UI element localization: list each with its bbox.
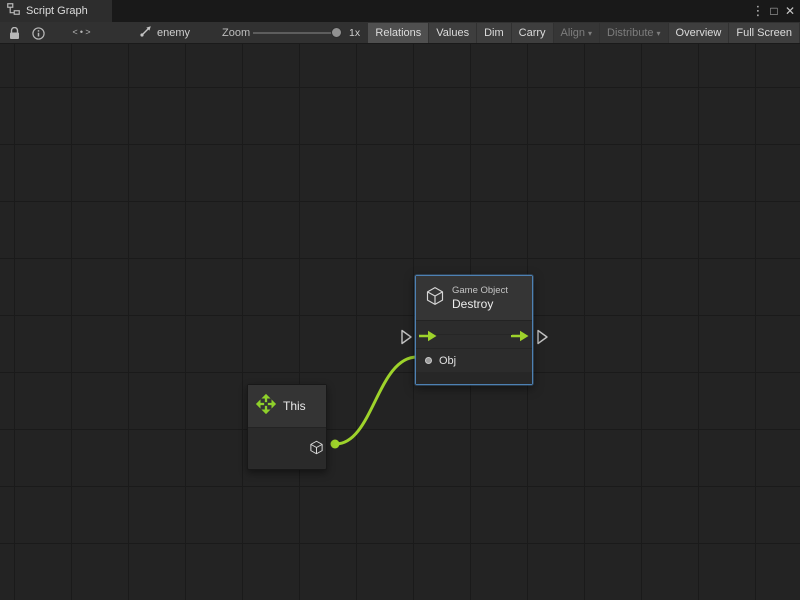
this-node-body [248,428,326,468]
obj-port-label: Obj [439,355,456,367]
relations-button[interactable]: Relations [368,23,428,43]
values-button[interactable]: Values [429,23,476,43]
control-output-arrow-icon[interactable] [511,329,529,347]
destroy-node-header: Game Object Destroy [416,276,532,321]
destroy-control-row [416,321,532,349]
this-node-title: This [283,399,306,413]
tab-script-graph[interactable]: Script Graph [0,0,112,22]
distribute-label: Distribute [607,27,653,39]
dim-label: Dim [484,27,504,39]
this-node[interactable]: This [247,384,327,470]
destroy-node-titles: Game Object Destroy [452,285,508,311]
carry-label: Carry [519,27,546,39]
control-input-arrow-icon[interactable] [419,329,437,347]
destroy-node-footer [416,372,532,384]
zoom-slider-handle[interactable] [331,27,342,38]
info-icon[interactable] [28,25,48,41]
overview-button[interactable]: Overview [669,23,729,43]
close-icon[interactable]: ✕ [782,0,798,22]
tab-title: Script Graph [26,5,88,17]
chevron-down-icon: ▾ [657,29,661,38]
destroy-node[interactable]: Game Object Destroy Obj [415,275,533,385]
overview-label: Overview [676,27,722,39]
chevron-down-icon: ▾ [588,29,592,38]
destroy-node-category: Game Object [452,285,508,296]
titlebar: Script Graph ⋮ □ ✕ [0,0,800,22]
graph-name: enemy [157,27,190,39]
window-menu-icon[interactable]: ⋮ [750,0,766,22]
zoom-label: Zoom [222,27,250,39]
relations-label: Relations [375,27,421,39]
distribute-button: Distribute ▾ [600,23,667,43]
dim-button[interactable]: Dim [477,23,511,43]
toolbar-button-group: Relations Values Dim Carry Align ▾ Distr… [368,23,799,43]
align-label: Align [561,27,585,39]
obj-input-port[interactable] [425,357,432,364]
values-label: Values [436,27,469,39]
full-screen-label: Full Screen [736,27,792,39]
carry-button[interactable]: Carry [512,23,553,43]
destroy-obj-row: Obj [416,349,532,372]
script-graph-window: Script Graph ⋮ □ ✕ <•> [0,0,800,600]
zoom-slider-track[interactable] [253,32,337,34]
this-icon [255,393,277,420]
graph-asset-icon [140,24,152,42]
align-button: Align ▾ [554,23,599,43]
gameobject-output-port-icon[interactable] [309,440,324,460]
this-node-header: This [248,385,326,428]
gameobject-cube-icon [425,286,445,311]
window-controls: ⋮ □ ✕ [750,0,798,22]
graph-breadcrumb[interactable]: enemy [140,22,190,44]
graph-toolbar: <•> enemy Zoom 1x Relations Values [0,22,800,44]
script-graph-icon [7,2,20,20]
full-screen-button[interactable]: Full Screen [729,23,799,43]
lock-icon[interactable] [4,25,24,41]
maximize-icon[interactable]: □ [766,0,782,22]
code-view-icon[interactable]: <•> [68,25,96,41]
destroy-node-title: Destroy [452,297,508,311]
graph-canvas[interactable] [0,44,800,600]
zoom-value: 1x [349,27,360,39]
